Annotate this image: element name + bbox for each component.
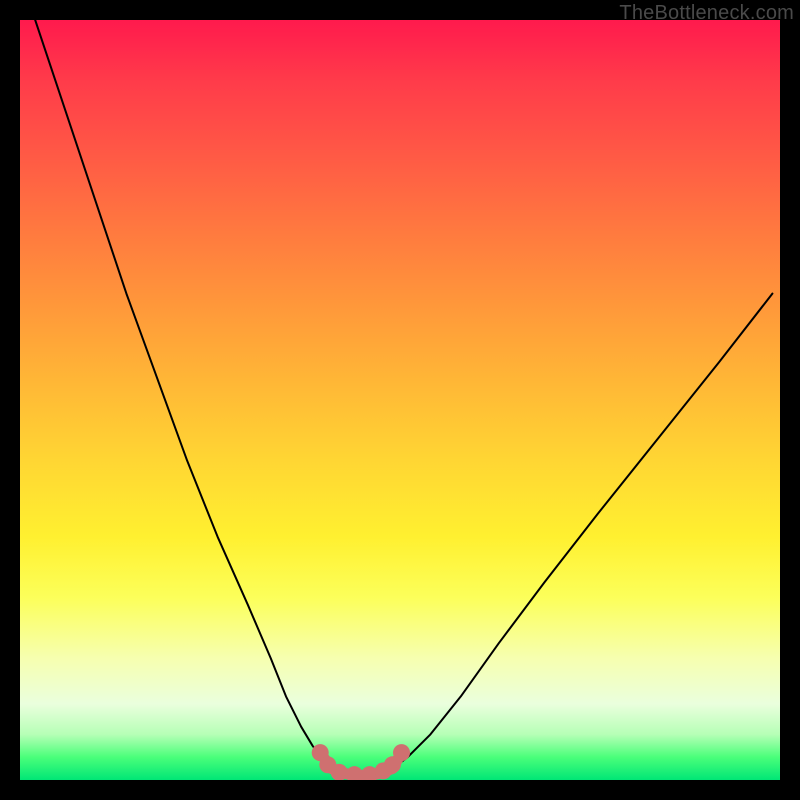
curve-group [35, 20, 772, 780]
watermark-label: TheBottleneck.com [619, 2, 794, 25]
valley-dots [312, 744, 410, 780]
chart-frame: TheBottleneck.com [0, 0, 800, 800]
valley-dot [393, 744, 410, 761]
chart-svg [20, 20, 780, 780]
bottleneck-curve [35, 20, 772, 775]
plot-area [20, 20, 780, 780]
valley-dot [346, 766, 363, 780]
